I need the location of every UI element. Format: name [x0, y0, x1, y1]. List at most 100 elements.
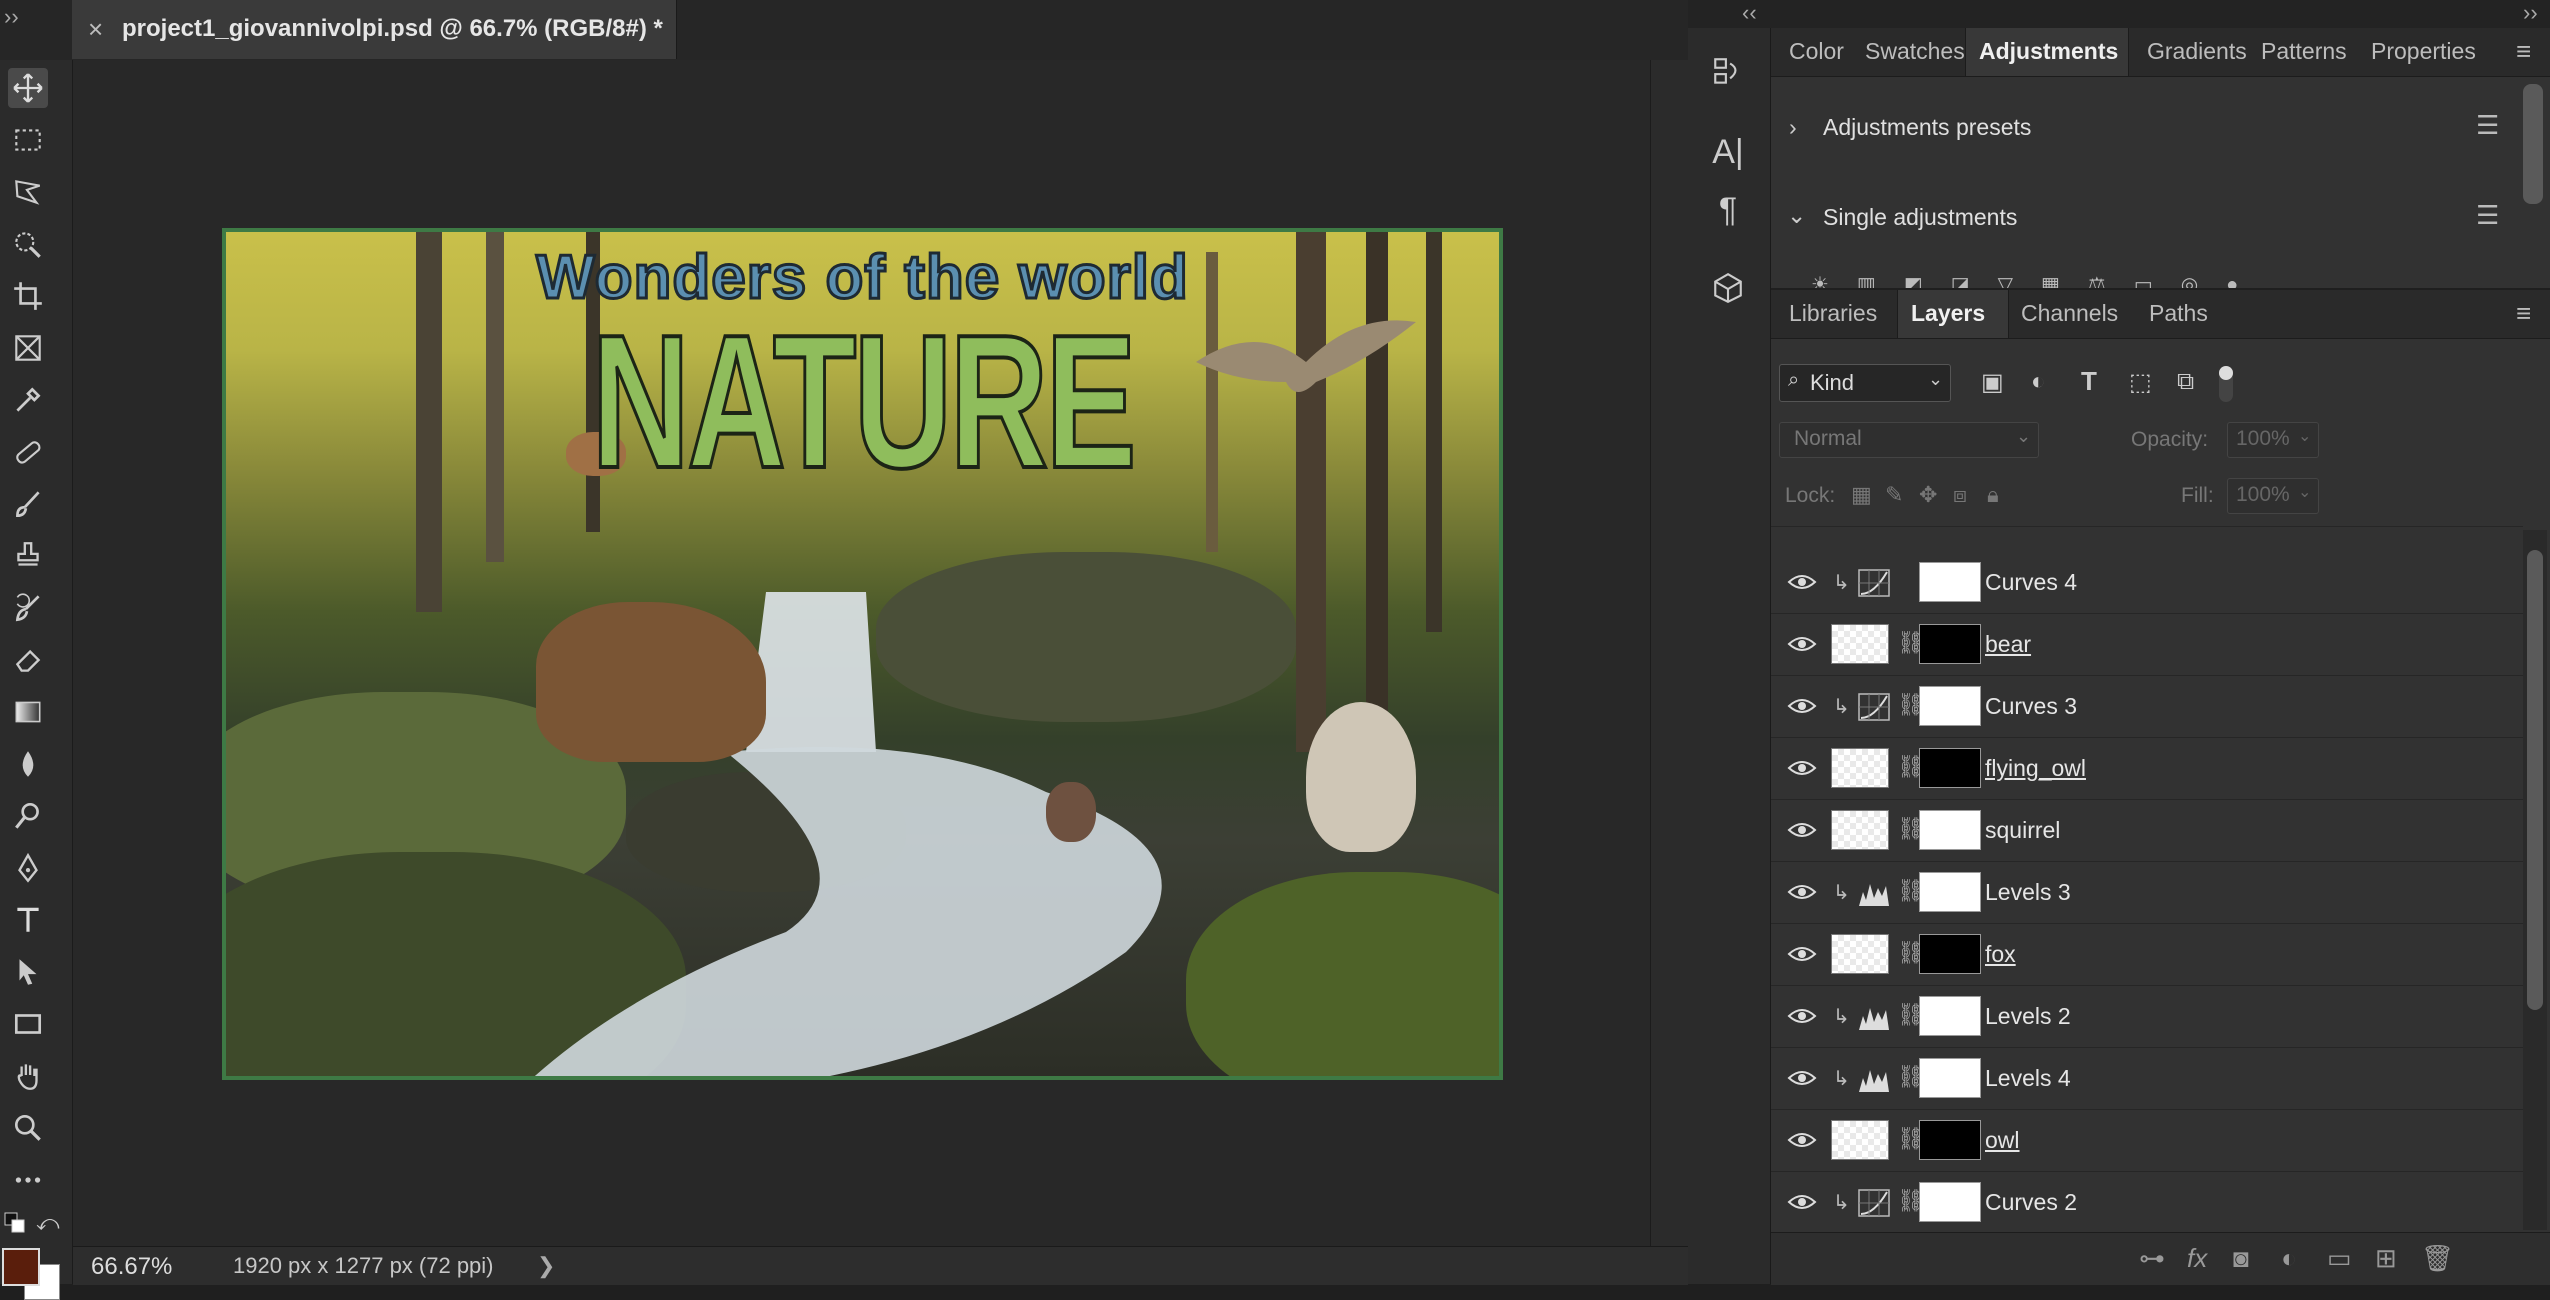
eyedropper-tool-icon[interactable]: [8, 380, 48, 420]
layer-name[interactable]: Levels 4: [1985, 1065, 2071, 1092]
layer-row[interactable]: ↳ ⛓︎ Levels 4: [1771, 1048, 2523, 1110]
eye-icon[interactable]: [1787, 818, 1817, 842]
layer-mask-thumbnail[interactable]: [1919, 872, 1981, 912]
add-mask-icon[interactable]: ◙: [2233, 1243, 2249, 1274]
layer-mask-thumbnail[interactable]: [1919, 1120, 1981, 1160]
path-select-tool-icon[interactable]: [8, 952, 48, 992]
opacity-field[interactable]: 100% ⌄: [2227, 422, 2319, 458]
layer-name[interactable]: squirrel: [1985, 817, 2060, 844]
layer-row[interactable]: ⛓︎ flying_owl: [1771, 738, 2523, 800]
tab-layers[interactable]: Layers: [1911, 300, 1985, 327]
eye-icon[interactable]: [1787, 756, 1817, 780]
zoom-tool-icon[interactable]: [8, 1108, 48, 1148]
filter-pixel-layers-icon[interactable]: ▣: [1981, 368, 2004, 397]
curves-adjustment-icon[interactable]: [1857, 568, 1891, 598]
eye-icon[interactable]: [1787, 880, 1817, 904]
foreground-color-swatch[interactable]: [2, 1248, 40, 1286]
paragraph-panel-icon[interactable]: ¶: [1706, 188, 1750, 232]
document-tab[interactable]: × project1_giovannivolpi.psd @ 66.7% (RG…: [72, 0, 677, 59]
layers-scrollbar-thumb[interactable]: [2527, 550, 2543, 1010]
eraser-tool-icon[interactable]: [8, 640, 48, 680]
layer-thumbnail[interactable]: [1831, 748, 1889, 788]
layer-row[interactable]: ↳ ⛓︎ Levels 3: [1771, 862, 2523, 924]
stamp-tool-icon[interactable]: [8, 536, 48, 576]
layer-mask-thumbnail[interactable]: [1919, 624, 1981, 664]
tab-properties[interactable]: Properties: [2371, 38, 2476, 65]
filter-type-layers-icon[interactable]: T: [2081, 366, 2097, 397]
layer-mask-thumbnail[interactable]: [1919, 1182, 1981, 1222]
hand-tool-icon[interactable]: [8, 1056, 48, 1096]
dodge-tool-icon[interactable]: [8, 796, 48, 836]
default-colors-icon[interactable]: [4, 1212, 26, 1234]
3d-panel-icon[interactable]: [1706, 266, 1750, 310]
layer-thumbnail[interactable]: [1831, 1120, 1889, 1160]
pen-tool-icon[interactable]: [8, 848, 48, 888]
new-adjustment-layer-icon[interactable]: ◐: [2281, 1243, 2297, 1274]
more-tools-icon[interactable]: [8, 1160, 48, 1200]
layer-name[interactable]: Levels 2: [1985, 1003, 2071, 1030]
history-brush-tool-icon[interactable]: [8, 588, 48, 628]
eye-icon[interactable]: [1787, 942, 1817, 966]
filter-shape-layers-icon[interactable]: ⬚: [2129, 368, 2152, 397]
panel-menu-icon[interactable]: ≡: [2516, 298, 2531, 329]
levels-adjustment-icon[interactable]: [1857, 878, 1891, 908]
layer-mask-thumbnail[interactable]: [1919, 562, 1981, 602]
eye-icon[interactable]: [1787, 1190, 1817, 1214]
layer-row[interactable]: ⛓︎ squirrel: [1771, 800, 2523, 862]
eye-icon[interactable]: [1787, 632, 1817, 656]
adjustments-scrollbar[interactable]: [2523, 84, 2543, 204]
layer-name[interactable]: Levels 3: [1985, 879, 2071, 906]
lock-image-icon[interactable]: ✎: [1885, 482, 1903, 508]
layer-name[interactable]: Curves 2: [1985, 1189, 2077, 1216]
character-panel-icon[interactable]: A|: [1706, 130, 1750, 174]
tab-patterns[interactable]: Patterns: [2261, 38, 2347, 65]
lock-position-icon[interactable]: ✥: [1919, 482, 1937, 508]
eye-icon[interactable]: [1787, 570, 1817, 594]
tab-gradients[interactable]: Gradients: [2147, 38, 2247, 65]
layer-row[interactable]: ↳ ⛓︎ Levels 2: [1771, 986, 2523, 1048]
levels-adjustment-icon[interactable]: [1857, 1002, 1891, 1032]
blur-tool-icon[interactable]: [8, 744, 48, 784]
lock-all-icon[interactable]: 🔒︎: [1987, 482, 1999, 508]
fill-field[interactable]: 100% ⌄: [2227, 478, 2319, 514]
layer-name[interactable]: flying_owl: [1985, 755, 2086, 782]
filter-toggle[interactable]: [2219, 366, 2233, 402]
layer-mask-thumbnail[interactable]: [1919, 1058, 1981, 1098]
layer-mask-thumbnail[interactable]: [1919, 934, 1981, 974]
crop-tool-icon[interactable]: [8, 276, 48, 316]
layer-row[interactable]: ↳ ⛓︎ Curves 3: [1771, 676, 2523, 738]
artwork-canvas[interactable]: Wonders of the world NATURE: [222, 228, 1503, 1080]
layer-thumbnail[interactable]: [1831, 934, 1889, 974]
brush-tool-icon[interactable]: [8, 484, 48, 524]
layer-thumbnail[interactable]: [1831, 624, 1889, 664]
gradient-tool-icon[interactable]: [8, 692, 48, 732]
levels-adjustment-icon[interactable]: [1857, 1064, 1891, 1094]
layer-thumbnail[interactable]: [1831, 810, 1889, 850]
panel-menu-icon[interactable]: ≡: [2516, 36, 2531, 67]
canvas-scrollbar[interactable]: [1650, 60, 1689, 1246]
lock-transparent-icon[interactable]: ▦: [1851, 482, 1872, 508]
layer-row[interactable]: ↳ ⛓︎ Curves 2: [1771, 1172, 2523, 1234]
collapse-panels-right-icon[interactable]: ››: [2523, 0, 2538, 26]
eye-icon[interactable]: [1787, 1128, 1817, 1152]
tab-adjustments[interactable]: Adjustments: [1979, 38, 2118, 65]
marquee-tool-icon[interactable]: [8, 120, 48, 160]
move-tool-icon[interactable]: [8, 68, 48, 108]
history-panel-icon[interactable]: [1706, 50, 1750, 94]
layer-mask-thumbnail[interactable]: [1919, 810, 1981, 850]
tab-channels[interactable]: Channels: [2021, 300, 2118, 327]
delete-layer-icon[interactable]: 🗑︎: [2421, 1243, 2454, 1274]
filter-adjustment-layers-icon[interactable]: ◐: [2031, 368, 2046, 396]
tab-color[interactable]: Color: [1789, 38, 1844, 65]
new-layer-icon[interactable]: ⊞: [2375, 1243, 2397, 1274]
eye-icon[interactable]: [1787, 694, 1817, 718]
curves-adjustment-icon[interactable]: [1857, 692, 1891, 722]
list-view-icon[interactable]: ☰: [2476, 200, 2499, 231]
link-layers-icon[interactable]: ⊶: [2139, 1243, 2165, 1274]
layer-name[interactable]: Curves 4: [1985, 569, 2077, 596]
tab-swatches[interactable]: Swatches: [1865, 38, 1965, 65]
zoom-level[interactable]: 66.67%: [91, 1253, 211, 1281]
new-group-icon[interactable]: ▭: [2327, 1243, 2352, 1274]
frame-tool-icon[interactable]: [8, 328, 48, 368]
layer-filter-select[interactable]: ⌕ Kind ⌄: [1779, 364, 1951, 402]
